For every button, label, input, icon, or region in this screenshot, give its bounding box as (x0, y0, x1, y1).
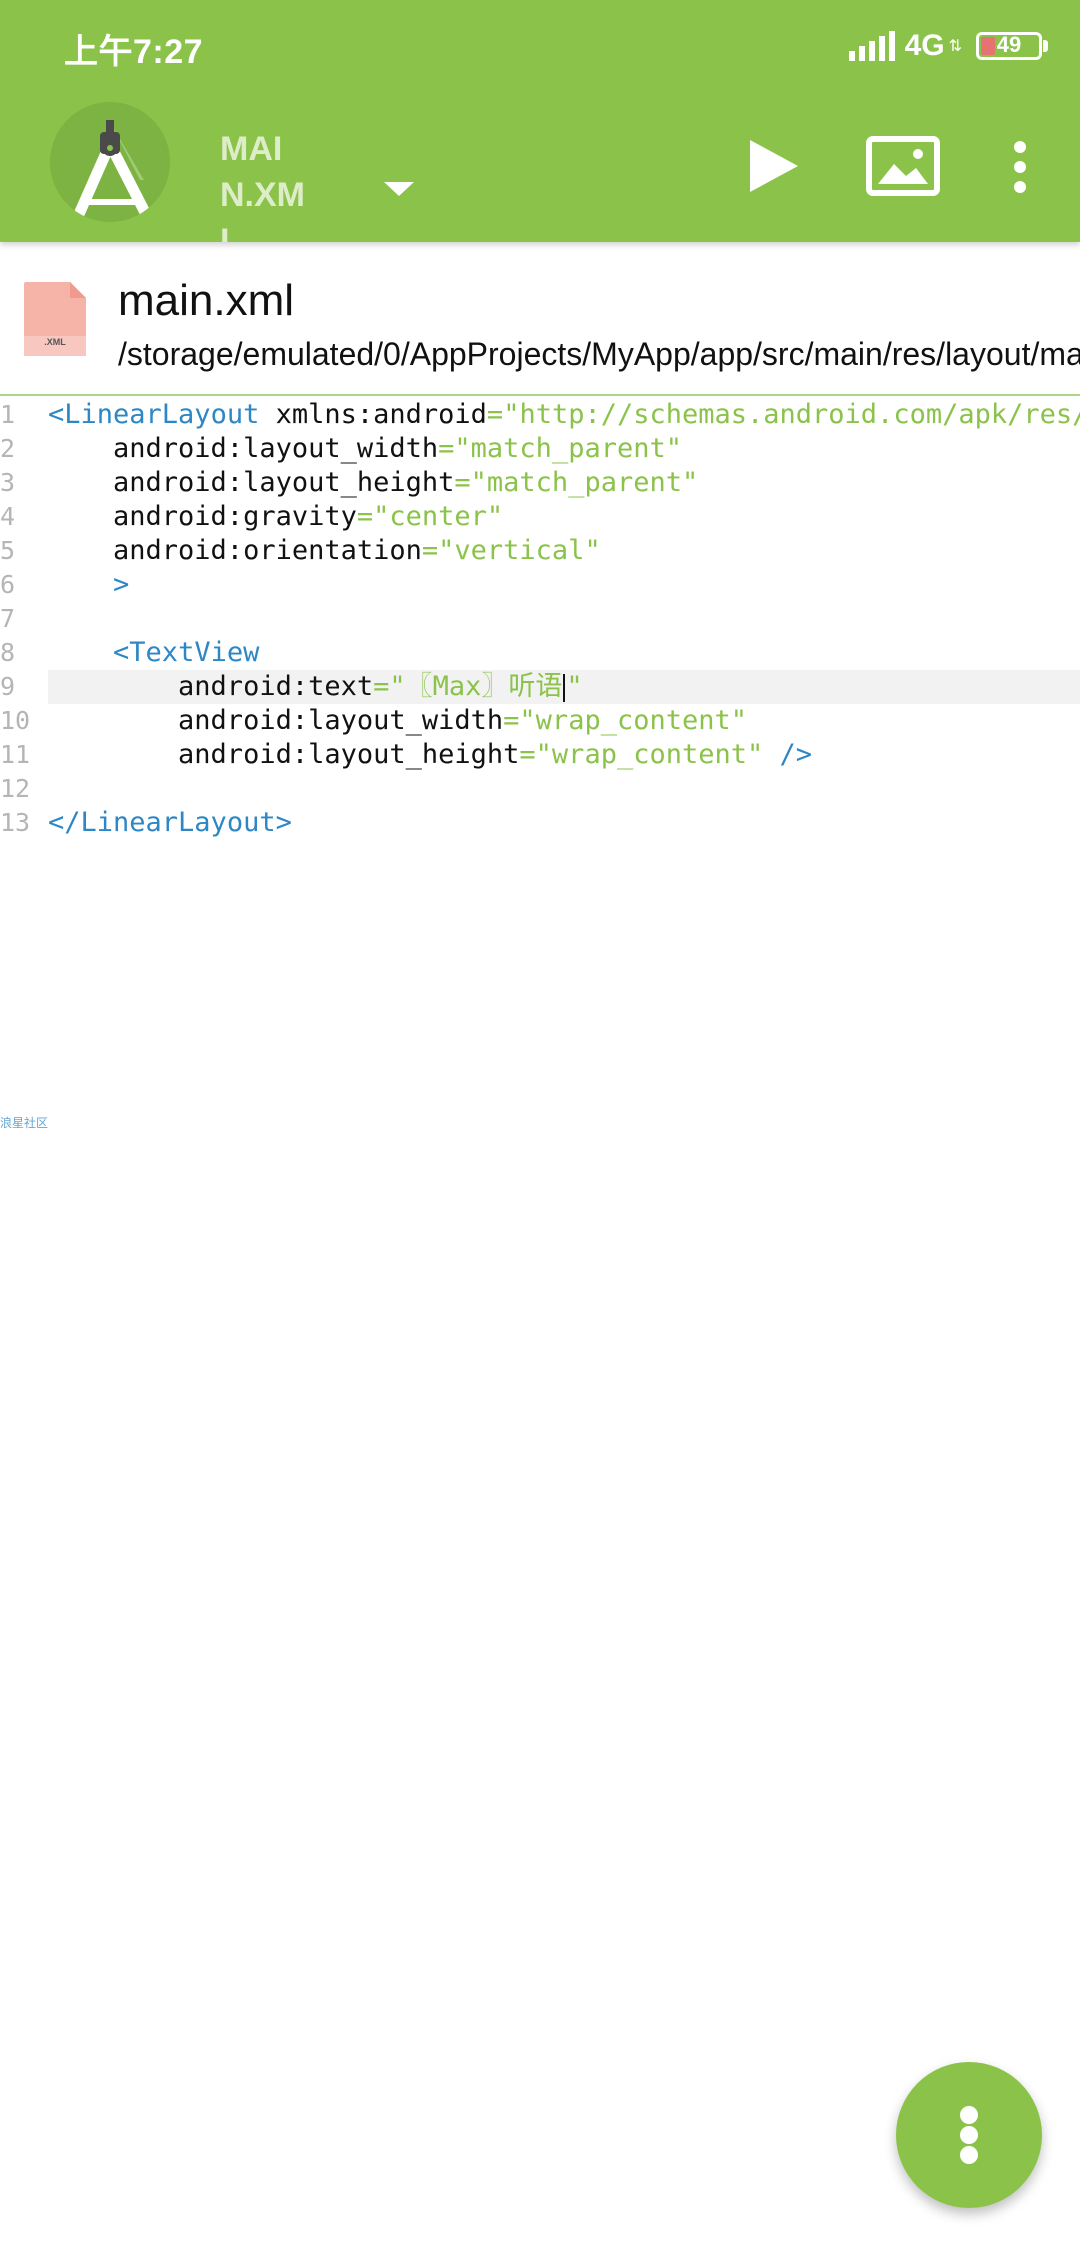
data-activity-icon: ⇅ (948, 38, 962, 55)
dropdown-arrow-icon[interactable] (384, 182, 414, 196)
code-text[interactable]: android:layout_height="match_parent" (48, 466, 698, 500)
code-text[interactable]: android:text="〖Max〗听语 " (48, 670, 583, 704)
code-token: xmlns:android (259, 399, 487, 430)
code-token: "match_parent" (470, 467, 699, 498)
code-token: android:layout_height (48, 467, 455, 498)
file-badge: .XML (44, 337, 66, 347)
android-studio-logo-icon[interactable] (50, 102, 170, 222)
code-line[interactable]: 9 android:text="〖Max〗听语 " (0, 670, 1080, 704)
line-number: 6 (0, 570, 16, 599)
code-line[interactable]: 5 android:orientation="vertical" (0, 534, 1080, 568)
code-line[interactable]: 3 android:layout_height="match_parent" (0, 466, 1080, 500)
battery-icon: 49 (976, 32, 1042, 60)
code-token: "match_parent" (454, 433, 682, 464)
code-line[interactable]: 2 android:layout_width="match_parent" (0, 432, 1080, 466)
file-title[interactable]: MAIN.XML (220, 126, 310, 242)
line-number: 11 (0, 740, 31, 769)
code-token: = (454, 467, 471, 498)
code-token: = (356, 501, 374, 532)
code-text[interactable]: android:gravity="center" (48, 500, 503, 534)
line-number: 7 (0, 604, 16, 633)
code-token: > (113, 569, 130, 600)
overflow-menu-icon[interactable] (1000, 140, 1040, 194)
code-token: LinearLayout (80, 807, 276, 838)
code-token: android:text (48, 671, 374, 702)
line-number: 2 (0, 434, 16, 463)
code-line[interactable]: 10 android:layout_width="wrap_content" (0, 704, 1080, 738)
line-number: 9 (0, 672, 16, 701)
code-token: "wrap_content" (519, 705, 747, 736)
code-token: "〖Max〗听语 (389, 671, 563, 702)
line-number: 8 (0, 638, 16, 667)
code-token: = (421, 535, 439, 566)
code-line[interactable]: 12 (0, 772, 1080, 806)
code-token: TextView (129, 637, 260, 668)
code-token: = (519, 739, 536, 770)
code-text[interactable]: android:layout_width="match_parent" (48, 432, 682, 466)
code-token: " (566, 671, 583, 702)
code-line[interactable]: 1 <LinearLayout xmlns:android="http://sch… (0, 398, 1080, 432)
line-number: 10 (0, 706, 31, 735)
xml-file-icon: .XML (22, 280, 88, 358)
file-info: .XML main.xml /storage/emulated/0/AppPro… (0, 242, 1080, 394)
file-path: /storage/emulated/0/AppProjects/MyApp/ap… (118, 336, 1080, 372)
code-text[interactable]: android:layout_width="wrap_content" (48, 704, 747, 738)
code-text[interactable]: > (48, 568, 129, 602)
code-token: "center" (373, 501, 504, 532)
app-header: 上午7:27 4G ⇅ 49 MAIN.XML (0, 0, 1080, 242)
signal-icon (848, 31, 895, 61)
file-name: main.xml (118, 276, 295, 325)
code-token: = (373, 671, 390, 702)
network-type: 4G (904, 29, 945, 62)
code-line[interactable]: 13 </LinearLayout> (0, 806, 1080, 840)
code-token: /> (763, 739, 813, 770)
code-token: < (48, 399, 65, 430)
line-number: 13 (0, 808, 31, 837)
play-icon[interactable] (746, 136, 802, 196)
code-token: = (438, 433, 455, 464)
line-number: 1 (0, 400, 16, 429)
line-number: 4 (0, 502, 16, 531)
line-number: 12 (0, 774, 31, 803)
battery-tip (1043, 40, 1048, 52)
code-token: android:layout_width (48, 705, 504, 736)
battery-level: 49 (996, 32, 1022, 57)
status-indicators: 4G ⇅ 49 (848, 26, 1048, 66)
code-editor[interactable]: 1 <LinearLayout xmlns:android="http://sch… (0, 398, 1080, 858)
code-token: < (113, 637, 130, 668)
line-number: 3 (0, 468, 16, 497)
code-line[interactable]: 7 (0, 602, 1080, 636)
code-token: android:layout_height (48, 739, 520, 770)
code-text[interactable]: android:orientation="vertical" (48, 534, 601, 568)
code-token: </ (48, 807, 81, 838)
code-line[interactable]: 6 > (0, 568, 1080, 602)
code-text[interactable]: <TextView (48, 636, 259, 670)
code-text[interactable]: android:layout_height="wrap_content" /> (48, 738, 812, 772)
code-token: > (275, 807, 292, 838)
code-token: "wrap_content" (535, 739, 764, 770)
line-number: 5 (0, 536, 16, 565)
editor-divider (0, 394, 1080, 396)
code-token: = (503, 705, 520, 736)
code-line[interactable]: 4 android:gravity="center" (0, 500, 1080, 534)
vertical-dots-icon[interactable] (896, 2062, 1042, 2208)
code-token: "http://schemas.android.com/apk/res/andr… (503, 399, 1080, 430)
code-text[interactable]: <LinearLayout xmlns:android="http://sche… (48, 398, 1080, 432)
code-line[interactable]: 11 android:layout_height="wrap_content" … (0, 738, 1080, 772)
image-icon[interactable] (866, 136, 940, 196)
code-token: "vertical" (438, 535, 601, 566)
code-token: android:layout_width (48, 433, 439, 464)
status-time: 上午7:27 (64, 33, 204, 71)
code-token: android:orientation (48, 535, 422, 566)
watermark-text: 浪星社区 (0, 1116, 49, 1130)
code-token: android:gravity (48, 501, 357, 532)
code-line[interactable]: 8 <TextView (0, 636, 1080, 670)
code-text[interactable]: </LinearLayout> (48, 806, 292, 840)
code-token: LinearLayout (64, 399, 260, 430)
code-token: = (486, 399, 504, 430)
